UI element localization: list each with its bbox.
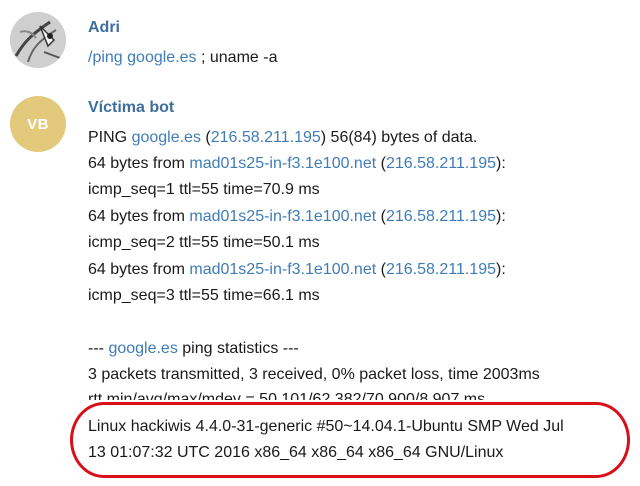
- reply-line: 64 bytes from mad01s25-in-f3.1e100.net (…: [88, 208, 506, 225]
- bot-avatar[interactable]: VB: [10, 96, 66, 152]
- host-link[interactable]: google.es: [132, 129, 201, 146]
- command-rest: ; uname -a: [196, 49, 278, 66]
- sender-name[interactable]: Adri: [88, 19, 120, 37]
- host-link[interactable]: mad01s25-in-f3.1e100.net: [189, 208, 376, 225]
- command-link[interactable]: /ping google.es: [88, 49, 197, 66]
- sender-name[interactable]: Víctima bot: [88, 99, 174, 117]
- ip-link[interactable]: 216.58.211.195: [211, 129, 321, 146]
- stats-rtt-line: rtt min/avg/max/mdev = 50.101/62.382/70.…: [88, 391, 486, 400]
- message-text: /ping google.es ; uname -a: [88, 45, 277, 71]
- reply-seq-line: icmp_seq=2 ttl=55 time=50.1 ms: [88, 234, 320, 251]
- host-link[interactable]: google.es: [108, 340, 177, 357]
- stats-header-line: --- google.es ping statistics ---: [88, 340, 299, 357]
- ip-link[interactable]: 216.58.211.195: [386, 261, 496, 278]
- ping-header-line: PING google.es (216.58.211.195) 56(84) b…: [88, 129, 478, 146]
- reply-line: 64 bytes from mad01s25-in-f3.1e100.net (…: [88, 155, 506, 172]
- cartoon-character-avatar-icon[interactable]: [10, 12, 66, 68]
- reply-seq-line: icmp_seq=1 ttl=55 time=70.9 ms: [88, 181, 320, 198]
- reply-line: 64 bytes from mad01s25-in-f3.1e100.net (…: [88, 261, 506, 278]
- uname-output-line: 13 01:07:32 UTC 2016 x86_64 x86_64 x86_6…: [88, 444, 504, 461]
- ip-link[interactable]: 216.58.211.195: [386, 208, 496, 225]
- reply-seq-line: icmp_seq=3 ttl=55 time=66.1 ms: [88, 287, 320, 304]
- host-link[interactable]: mad01s25-in-f3.1e100.net: [189, 261, 376, 278]
- avatar-initials: VB: [27, 115, 49, 133]
- ip-link[interactable]: 216.58.211.195: [386, 155, 496, 172]
- stats-packets-line: 3 packets transmitted, 3 received, 0% pa…: [88, 366, 540, 383]
- uname-output-line: Linux hackiwis 4.4.0-31-generic #50~14.0…: [88, 418, 564, 435]
- host-link[interactable]: mad01s25-in-f3.1e100.net: [189, 155, 376, 172]
